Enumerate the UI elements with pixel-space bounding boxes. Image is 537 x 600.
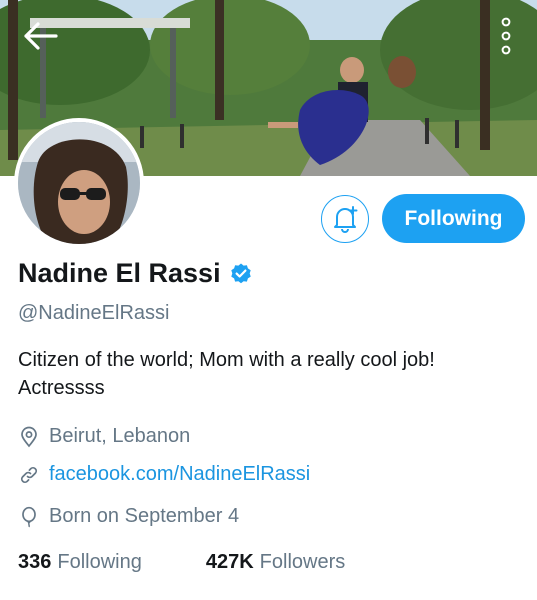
profile-bio: Citizen of the world; Mom with a really … (18, 349, 435, 399)
back-arrow-icon[interactable] (22, 20, 58, 52)
followers-label: Followers (259, 551, 346, 573)
followers-count: 427K (205, 551, 254, 573)
followers-stat[interactable]: 427K Followers (206, 551, 345, 574)
following-count: 336 (18, 551, 52, 573)
link-icon (20, 466, 38, 483)
bell-plus-icon (334, 206, 358, 233)
location-text: Beirut, Lebanon (49, 425, 191, 447)
birthday-text: Born on September 4 (49, 505, 240, 527)
profile-birthday: Born on September 4 (18, 505, 239, 528)
profile-name-row: Nadine El Rassi (18, 258, 253, 289)
verified-badge-icon (230, 263, 251, 283)
website-text[interactable]: facebook.com/NadineElRassi (49, 463, 310, 486)
notify-bell-button[interactable] (321, 195, 369, 243)
more-vertical-icon[interactable] (496, 14, 516, 58)
location-pin-icon (21, 426, 37, 447)
following-stat[interactable]: 336 Following (18, 551, 142, 574)
profile-stats: 336 Following 427K Followers (18, 551, 345, 574)
profile-handle: @NadineElRassi (18, 302, 170, 324)
balloon-icon (22, 506, 36, 527)
profile-name: Nadine El Rassi (18, 258, 221, 288)
profile-website-link[interactable]: facebook.com/NadineElRassi (18, 463, 310, 486)
avatar[interactable] (14, 118, 144, 248)
following-button[interactable]: Following (382, 194, 525, 243)
profile-location: Beirut, Lebanon (18, 425, 190, 448)
following-label: Following (57, 551, 142, 573)
